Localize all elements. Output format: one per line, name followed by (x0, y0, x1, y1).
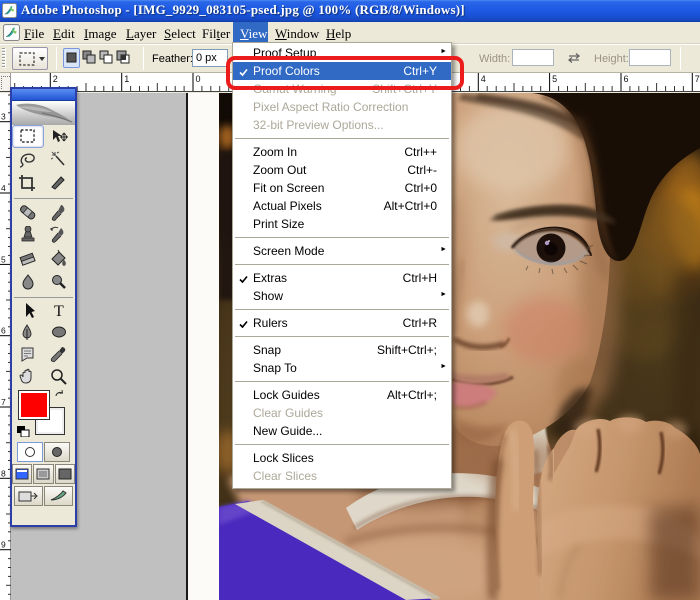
svg-text:5: 5 (1, 254, 6, 264)
svg-text:T: T (54, 303, 64, 320)
svg-text:6: 6 (624, 74, 629, 84)
svg-text:6: 6 (1, 326, 6, 336)
svg-text:4: 4 (481, 74, 486, 84)
svg-text:2: 2 (53, 74, 58, 84)
svg-text:7: 7 (1, 397, 6, 407)
svg-text:4: 4 (1, 183, 6, 193)
svg-text:9: 9 (1, 540, 6, 550)
svg-text:3: 3 (1, 112, 6, 122)
svg-text:5: 5 (552, 74, 557, 84)
svg-text:7: 7 (695, 74, 700, 84)
svg-text:8: 8 (1, 468, 6, 478)
svg-text:1: 1 (124, 74, 129, 84)
svg-text:0: 0 (196, 74, 201, 84)
